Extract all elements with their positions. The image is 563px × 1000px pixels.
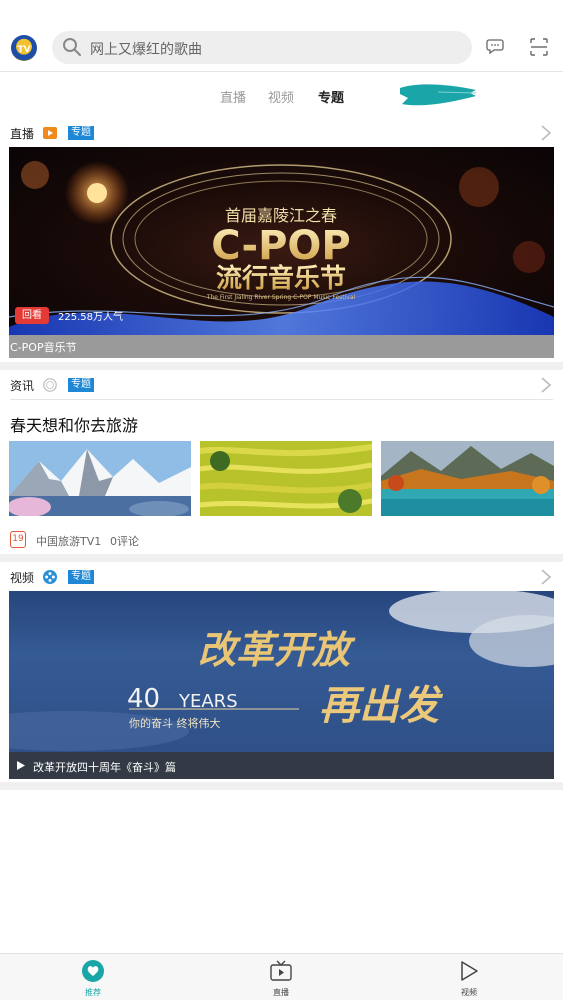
brush-stroke-decoration [400,84,477,106]
message-icon[interactable] [486,37,504,55]
play-triangle-icon [461,961,478,981]
topic-badge: 专题 [68,378,94,392]
top-bar: TV 网上又爆红的歌曲 [0,0,563,72]
section-divider [0,554,563,562]
live-section-header[interactable]: 直播 专题 [0,121,563,147]
nav-label: 推荐 [85,988,101,997]
section-title: 视频 [10,571,35,585]
years-text: YEARS [178,691,238,712]
banner-headline: C-POP [211,223,351,269]
tab-live[interactable]: 直播 [220,87,246,106]
banner-slogan: 你的奋斗 终将伟大 [129,716,221,730]
banner-headline2: 流行音乐节 [216,263,346,294]
chevron-right-icon[interactable] [540,568,552,586]
chevron-right-icon[interactable] [540,124,552,142]
article-source[interactable]: 中国旅游TV1 [36,533,101,549]
divider-line [10,399,553,400]
search-icon [63,38,81,56]
thumbnail-mountains[interactable] [9,441,191,516]
nav-live[interactable]: 直播 [241,954,321,1000]
search-bar[interactable]: 网上又爆红的歌曲 [52,31,472,64]
calligraphy-title-2: 再出发 [319,682,444,729]
section-title: 直播 [10,127,35,141]
bottom-nav: 推荐 直播 视频 [0,953,563,1000]
video-banner[interactable]: 改革开放 再出发 40 YEARS 你的奋斗 终将伟大 [9,591,554,752]
section-divider [0,362,563,370]
live-play-icon [43,127,57,139]
replay-button[interactable]: 回看 [15,307,49,324]
thumbnail-terraces[interactable] [200,441,372,516]
play-icon [17,761,25,770]
video-caption: 改革开放四十周年《奋斗》篇 [33,761,176,774]
viewer-count: 225.58万人气 [58,312,123,323]
tab-video[interactable]: 视频 [268,87,294,106]
live-banner[interactable]: 首届嘉陵江之春 C-POP 流行音乐节 The First Jialing Ri… [9,147,554,335]
heart-icon [82,960,104,982]
live-caption-bar[interactable]: C-POP音乐节 [9,335,554,358]
banner-artwork: 首届嘉陵江之春 C-POP 流行音乐节 The First Jialing Ri… [9,161,554,335]
topic-badge: 专题 [68,126,94,140]
scan-icon[interactable] [529,37,549,57]
banner-artwork: 改革开放 再出发 40 YEARS 你的奋斗 终将伟大 [9,591,554,751]
thumbnail-lake[interactable] [381,441,554,516]
app-logo-icon[interactable]: TV [11,35,37,61]
date-badge: 19 [10,531,26,548]
nav-label: 视频 [461,988,477,997]
video-section-header[interactable]: 视频 专题 [0,565,563,591]
svg-text:TV: TV [17,45,30,55]
comment-count[interactable]: 0评论 [110,533,139,549]
news-section-header[interactable]: 资讯 专题 [0,373,563,399]
search-placeholder: 网上又爆红的歌曲 [90,42,202,58]
article-title[interactable]: 春天想和你去旅游 [10,412,138,436]
live-caption: C-POP音乐节 [10,341,77,354]
film-reel-icon [43,570,57,584]
tab-topic[interactable]: 专题 [318,87,344,106]
chevron-right-icon[interactable] [540,376,552,394]
years-number: 40 [127,684,160,714]
category-tabs: 直播 视频 专题 [0,80,563,112]
tv-icon [270,960,292,981]
topic-badge: 专题 [68,570,94,584]
video-caption-bar[interactable]: 改革开放四十周年《奋斗》篇 [9,752,554,779]
calligraphy-title-1: 改革开放 [198,627,356,672]
news-circle-icon [43,378,57,392]
nav-video[interactable]: 视频 [429,954,509,1000]
section-divider [0,782,563,790]
nav-recommend[interactable]: 推荐 [53,954,133,1000]
section-title: 资讯 [10,379,35,393]
banner-english: The First Jialing River Spring C-POP Mus… [206,294,356,301]
nav-label: 直播 [273,988,289,997]
